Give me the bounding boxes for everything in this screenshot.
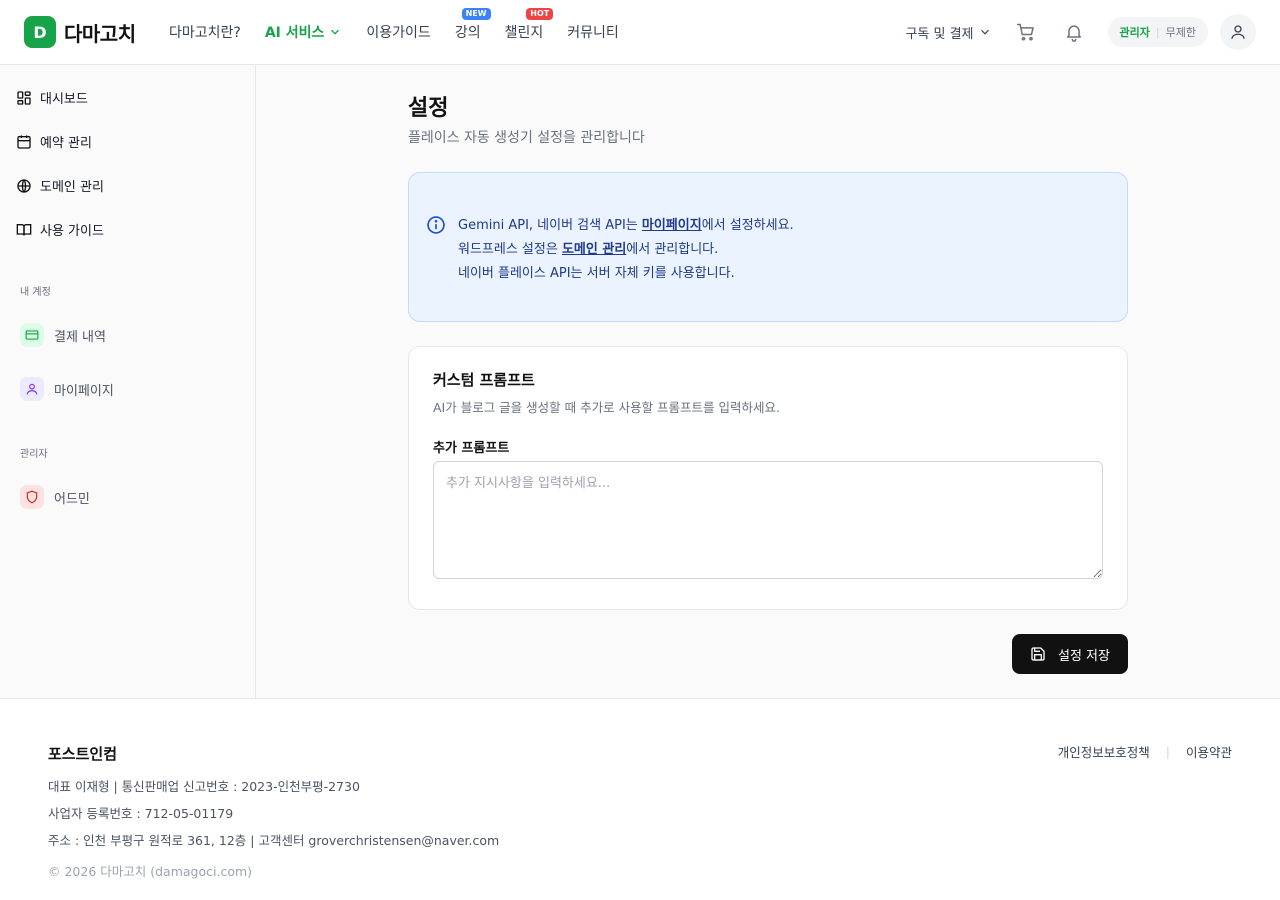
- plan-label: 무제한: [1165, 26, 1196, 39]
- sidebar-item-admin[interactable]: 어드민: [20, 485, 90, 509]
- info-line-2: 워드프레스 설정은 도메인 관리에서 관리합니다.: [458, 238, 794, 262]
- nav-community-label: 커뮤니티: [567, 25, 619, 41]
- avatar[interactable]: [1220, 14, 1256, 50]
- cart-button[interactable]: [1012, 18, 1040, 46]
- shield-icon: [26, 490, 38, 504]
- info-icon-wrap: [426, 215, 446, 239]
- nav-lecture-label: 강의: [454, 25, 481, 41]
- sidebar-item-domains[interactable]: 도메인 관리: [16, 176, 104, 195]
- sidebar-item-label: 예약 관리: [40, 136, 92, 151]
- hot-badge: HOT: [526, 8, 554, 20]
- footer-links: 개인정보보호정책 | 이용약관: [1058, 742, 1232, 761]
- sidebar-item-label: 어드민: [54, 491, 90, 507]
- footer-company: 포스트인컴: [48, 745, 118, 763]
- domain-management-link[interactable]: 도메인 관리: [562, 242, 626, 257]
- sidebar-item-mypage[interactable]: 마이페이지: [20, 377, 114, 401]
- dashboard-icon: [17, 90, 31, 105]
- nav-challenge[interactable]: 챌린지 HOT: [504, 8, 554, 42]
- header-actions: 구독 및 결제 관리자 | 무제한: [905, 0, 1256, 64]
- role-separator: |: [1155, 25, 1160, 39]
- credit-card-icon: [25, 330, 39, 340]
- user-icon: [26, 383, 38, 395]
- info-text: Gemini API, 네이버 검색 API는 마이페이지에서 설정하세요. 워…: [458, 214, 794, 286]
- privacy-policy-link[interactable]: 개인정보보호정책: [1058, 742, 1150, 761]
- top-header: D 다마고치 다마고치란? AI 서비스 이용가이드 강의 NEW 챌린지 HO…: [0, 0, 1280, 65]
- logo-text: 다마고치: [64, 21, 136, 46]
- nav-guide[interactable]: 이용가이드: [366, 22, 430, 42]
- mypage-link[interactable]: 마이페이지: [642, 218, 702, 233]
- book-icon: [16, 223, 32, 235]
- nav-lecture[interactable]: 강의 NEW: [454, 8, 491, 42]
- user-icon: [1231, 25, 1245, 39]
- nav-about[interactable]: 다마고치란?: [169, 22, 241, 42]
- calendar-icon: [17, 134, 31, 149]
- card-title: 커스텀 프롬프트: [433, 371, 535, 389]
- logo[interactable]: D 다마고치: [24, 16, 136, 48]
- nav-community[interactable]: 커뮤니티: [567, 22, 619, 42]
- save-icon: [1031, 647, 1045, 661]
- sidebar-item-reservations[interactable]: 예약 관리: [16, 132, 92, 151]
- notification-button[interactable]: [1060, 18, 1088, 46]
- credit-card-chip: [20, 323, 44, 347]
- custom-prompt-card: 커스텀 프롬프트 AI가 블로그 글을 생성할 때 추가로 사용할 프롬프트를 …: [408, 346, 1128, 610]
- sidebar-item-label: 마이페이지: [54, 383, 114, 399]
- info-icon: [427, 216, 445, 234]
- chevron-down-icon: [331, 29, 340, 35]
- sidebar-item-guide[interactable]: 사용 가이드: [16, 220, 104, 239]
- prompt-textarea[interactable]: [433, 461, 1103, 579]
- footer-address: 주소 : 인천 부평구 원적로 361, 12층 | 고객센터 groverch…: [48, 833, 500, 848]
- bell-icon: [1066, 25, 1081, 42]
- chevron-down-icon: [980, 29, 989, 35]
- shield-chip: [20, 485, 44, 509]
- footer-business-info: 대표 이재형 | 통신판매업 신고번호 : 2023-인천부평-2730: [48, 779, 360, 794]
- info-line-1: Gemini API, 네이버 검색 API는 마이페이지에서 설정하세요.: [458, 214, 794, 238]
- sidebar-item-label: 결제 내역: [54, 329, 106, 345]
- main-nav: 다마고치란? AI 서비스 이용가이드 강의 NEW 챌린지 HOT 커뮤니티: [169, 0, 643, 64]
- cart-icon: [1016, 23, 1034, 41]
- terms-link[interactable]: 이용약관: [1186, 742, 1232, 761]
- footer-link-divider: |: [1165, 744, 1170, 759]
- logo-mark: D: [24, 16, 56, 48]
- subscription-label: 구독 및 결제: [905, 26, 974, 42]
- sidebar: 대시보드 예약 관리 도메인 관리 사용 가이드 내 계정 결제 내역 마이페이…: [0, 65, 256, 698]
- role-label: 관리자: [1119, 26, 1150, 39]
- info-line-2-pre: 워드프레스 설정은: [458, 242, 562, 257]
- nav-about-label: 다마고치란?: [169, 25, 241, 41]
- info-line-3: 네이버 플레이스 API는 서버 자체 키를 사용합니다.: [458, 266, 735, 281]
- footer-copyright: © 2026 다마고치 (damagoci.com): [48, 864, 253, 879]
- info-line-1-post: 에서 설정하세요.: [701, 218, 794, 233]
- nav-challenge-label: 챌린지: [504, 25, 544, 41]
- sidebar-item-label: 대시보드: [40, 92, 88, 107]
- sidebar-section-admin: 관리자: [20, 449, 48, 460]
- new-badge: NEW: [461, 8, 491, 20]
- sidebar-item-label: 사용 가이드: [40, 224, 104, 239]
- save-settings-button[interactable]: 설정 저장: [1012, 634, 1128, 674]
- nav-guide-label: 이용가이드: [366, 25, 431, 41]
- prompt-field-label: 추가 프롬프트: [433, 441, 510, 456]
- save-button-label: 설정 저장: [1058, 648, 1110, 664]
- card-description: AI가 블로그 글을 생성할 때 추가로 사용할 프롬프트를 입력하세요.: [433, 400, 780, 415]
- role-badge: 관리자 | 무제한: [1107, 17, 1208, 47]
- footer-registration: 사업자 등록번호 : 712-05-01179: [48, 806, 234, 821]
- subscription-menu[interactable]: 구독 및 결제: [905, 23, 991, 42]
- sidebar-section-account: 내 계정: [20, 287, 51, 298]
- info-notice: Gemini API, 네이버 검색 API는 마이페이지에서 설정하세요. 워…: [408, 172, 1128, 322]
- user-chip: [20, 377, 44, 401]
- globe-icon: [17, 178, 31, 193]
- main-content: 설정 플레이스 자동 생성기 설정을 관리합니다 Gemini API, 네이버…: [256, 65, 1280, 698]
- sidebar-item-payments[interactable]: 결제 내역: [20, 323, 106, 347]
- info-line-2-post: 에서 관리합니다.: [626, 242, 719, 257]
- info-line-1-pre: Gemini API, 네이버 검색 API는: [458, 218, 642, 233]
- footer: 포스트인컴 대표 이재형 | 통신판매업 신고번호 : 2023-인천부평-27…: [0, 698, 1280, 900]
- sidebar-item-label: 도메인 관리: [40, 180, 104, 195]
- page-subtitle: 플레이스 자동 생성기 설정을 관리합니다: [408, 130, 645, 146]
- page-title: 설정: [408, 96, 449, 121]
- sidebar-item-dashboard[interactable]: 대시보드: [16, 88, 88, 107]
- nav-ai-services[interactable]: AI 서비스: [265, 22, 343, 42]
- nav-ai-services-label: AI 서비스: [264, 25, 325, 41]
